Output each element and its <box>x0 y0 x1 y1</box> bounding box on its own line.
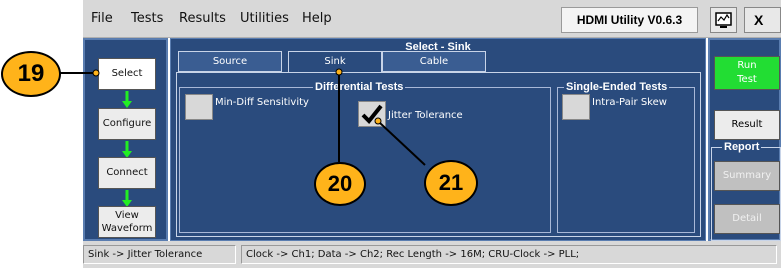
callout-21: 21 <box>424 160 478 206</box>
callout-19: 19 <box>1 51 61 97</box>
menu-tests[interactable]: Tests <box>131 11 163 26</box>
menu-file[interactable]: File <box>91 11 113 26</box>
status-settings: Clock -> Ch1; Data -> Ch2; Rec Length ->… <box>241 245 777 264</box>
callout-20: 20 <box>314 162 366 206</box>
configure-button[interactable]: Configure <box>98 108 156 140</box>
menu-help[interactable]: Help <box>302 11 332 26</box>
result-button[interactable]: Result <box>714 110 780 140</box>
arrow-down-icon <box>122 190 132 207</box>
menubar: File Tests Results Utilities Help HDMI U… <box>83 0 781 38</box>
differential-tests-group: Differential Tests Min-Diff Sensitivity … <box>179 81 551 233</box>
close-button[interactable]: X <box>744 7 781 33</box>
app-version-label: HDMI Utility V0.6.3 <box>561 7 698 33</box>
test-label: Min-Diff Sensitivity <box>215 97 309 108</box>
test-label: Intra-Pair Skew <box>592 97 667 108</box>
menu-results[interactable]: Results <box>179 11 226 26</box>
min-diff-sensitivity-button[interactable] <box>185 94 213 120</box>
group-title: Single-Ended Tests <box>564 81 670 93</box>
run-test-button[interactable]: Run Test <box>714 56 780 90</box>
test-label: Jitter Tolerance <box>388 110 463 121</box>
intra-pair-skew-button[interactable] <box>562 94 590 120</box>
view-waveform-button[interactable]: View Waveform <box>98 206 156 238</box>
report-group: Report Summary Detail <box>711 141 781 241</box>
summary-button[interactable]: Summary <box>714 161 780 191</box>
tab-source[interactable]: Source <box>178 51 282 72</box>
connect-button[interactable]: Connect <box>98 157 156 189</box>
tab-sink[interactable]: Sink <box>288 51 382 72</box>
monitor-button[interactable] <box>710 7 737 33</box>
select-button[interactable]: Select <box>98 58 156 90</box>
detail-button[interactable]: Detail <box>714 204 780 234</box>
tab-content: Differential Tests Min-Diff Sensitivity … <box>176 72 701 237</box>
arrow-down-icon <box>122 141 132 158</box>
arrow-down-icon <box>122 91 132 108</box>
status-current-test: Sink -> Jitter Tolerance <box>83 245 236 264</box>
monitor-icon <box>715 12 732 28</box>
single-ended-tests-group: Single-Ended Tests Intra-Pair Skew <box>557 81 695 233</box>
checkmark-icon <box>361 104 383 124</box>
group-title: Differential Tests <box>313 81 406 93</box>
status-bar: Sink -> Jitter Tolerance Clock -> Ch1; D… <box>83 241 781 268</box>
menu-utilities[interactable]: Utilities <box>240 11 289 26</box>
group-title: Report <box>722 141 762 153</box>
action-panel: Run Test Result Report Summary Detail <box>708 38 781 241</box>
workflow-sidebar: Select Configure Connect View Waveform <box>83 38 168 241</box>
tab-cable[interactable]: Cable <box>382 51 486 72</box>
jitter-tolerance-button[interactable] <box>358 101 386 127</box>
main-panel: Select - Sink Source Sink Cable Differen… <box>170 38 706 241</box>
